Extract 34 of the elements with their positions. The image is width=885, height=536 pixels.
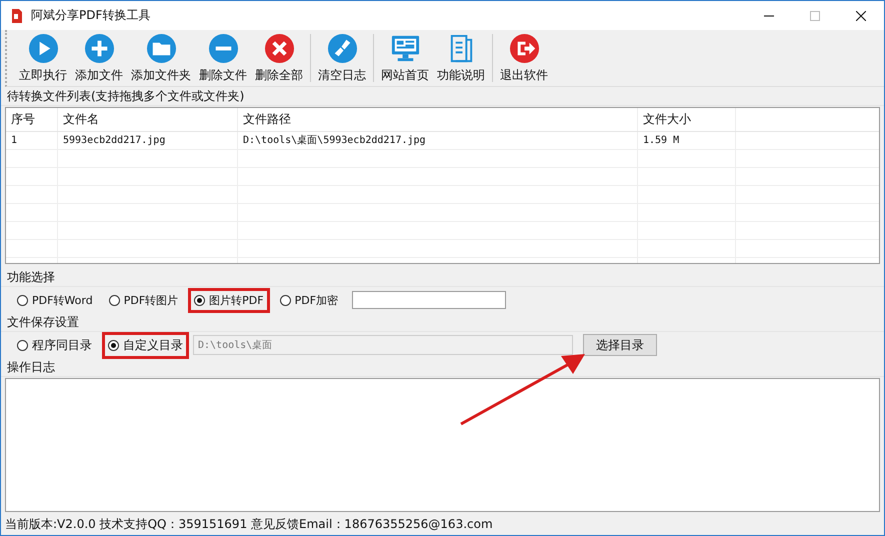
table-cell: 1.59 M — [638, 132, 736, 149]
radio-option[interactable]: PDF加密 — [274, 288, 344, 312]
maximize-icon — [810, 10, 820, 20]
section-label: 功能选择 — [1, 268, 884, 287]
section-label: 待转换文件列表(支持拖拽多个文件或文件夹) — [1, 87, 884, 106]
column-header[interactable]: 序号 — [6, 108, 58, 131]
table-cell: 5993ecb2dd217.jpg — [58, 132, 238, 149]
radio-option[interactable]: 图片转PDF — [188, 288, 270, 312]
radio-option[interactable]: 自定义目录 — [102, 332, 189, 358]
toolbar-button[interactable]: 删除文件 — [195, 30, 251, 86]
radio-option[interactable]: PDF转Word — [11, 288, 99, 312]
column-header[interactable]: 文件路径 — [238, 108, 638, 131]
table-cell: 1 — [6, 132, 58, 149]
toolbar-button[interactable]: 退出软件 — [496, 30, 552, 86]
radio-option[interactable]: PDF转图片 — [102, 288, 184, 312]
directory-field[interactable]: D:\tools\桌面 — [193, 335, 573, 355]
column-header[interactable]: 文件大小 — [638, 108, 736, 131]
column-header[interactable]: 文件名 — [58, 108, 238, 131]
toolbar-button[interactable]: 删除全部 — [251, 30, 307, 86]
toolbar-button[interactable]: 添加文件夹 — [127, 30, 195, 86]
toolbar-button[interactable]: 添加文件 — [71, 30, 127, 86]
password-field[interactable] — [352, 291, 506, 309]
choose-directory-button[interactable]: 选择目录 — [583, 334, 657, 356]
toolbar-button[interactable]: 功能说明 — [433, 30, 489, 86]
radio-option[interactable]: 程序同目录 — [11, 332, 98, 358]
toolbar-button[interactable]: 网站首页 — [377, 30, 433, 86]
status-text: 当前版本:V2.0.0 技术支持QQ：359151691 意见反馈Email：18676355256@163.com — [4, 516, 494, 533]
section-label: 文件保存设置 — [1, 313, 884, 332]
toolbar-button[interactable]: 清空日志 — [314, 30, 370, 86]
app-icon — [11, 8, 23, 22]
toolbar-button[interactable]: 立即执行 — [15, 30, 71, 86]
close-icon[interactable] — [856, 10, 866, 20]
window-title: 阿斌分享PDF转换工具 — [31, 7, 150, 24]
table-cell: D:\tools\桌面\5993ecb2dd217.jpg — [238, 132, 638, 149]
